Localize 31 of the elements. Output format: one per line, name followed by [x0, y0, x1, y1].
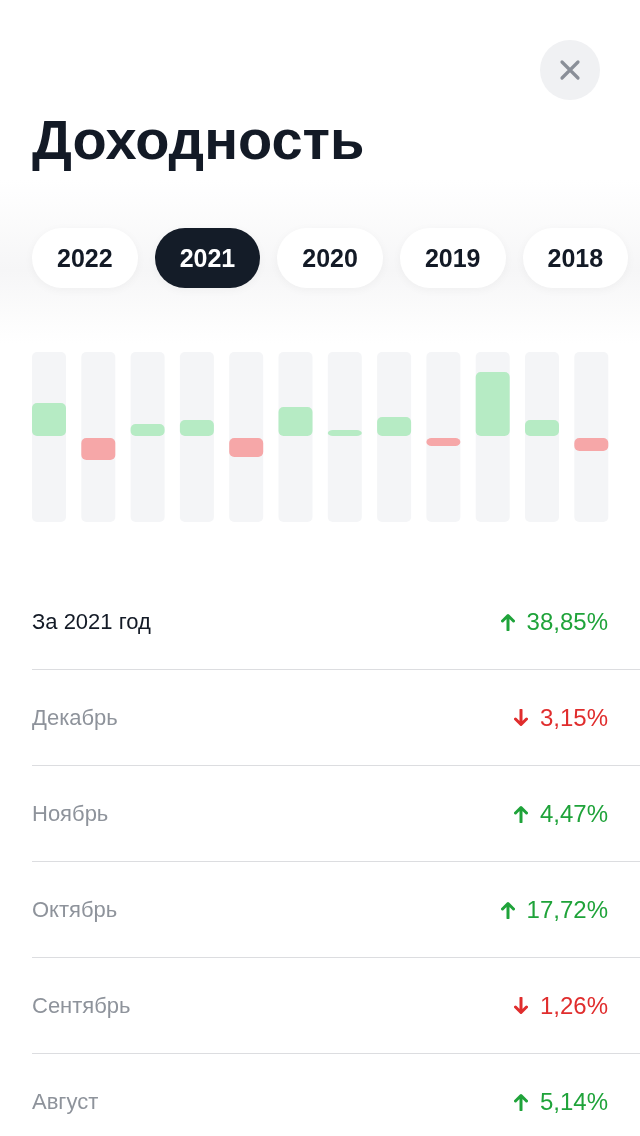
return-value: 5,14%	[539, 1087, 608, 1116]
return-value: 3,15%	[539, 703, 608, 732]
gain-bar	[475, 372, 510, 436]
page-title: Доходность	[31, 107, 366, 173]
gain-bar	[525, 420, 559, 436]
return-value: 17,72%	[526, 895, 608, 924]
return-value: 1,26%	[539, 991, 608, 1020]
year-tab[interactable]: 2021	[154, 228, 261, 288]
return-value: 38,85%	[526, 607, 608, 636]
loss-bar	[229, 438, 264, 457]
period-label: Октябрь	[32, 896, 118, 923]
period-label: Август	[32, 1088, 99, 1115]
gain-bar	[130, 424, 165, 436]
year-tab[interactable]: 2019	[399, 228, 506, 288]
gain-bar	[377, 417, 412, 436]
loss-bar	[574, 438, 609, 451]
loss-bar	[81, 438, 116, 460]
year-tab[interactable]: 2022	[32, 228, 138, 288]
period-label: За 2021 год	[32, 608, 151, 635]
gain-bar	[32, 403, 66, 436]
gain-bar	[179, 420, 214, 436]
return-value: 4,47%	[539, 799, 608, 828]
loss-bar	[426, 438, 461, 446]
period-label: Ноябрь	[32, 800, 109, 827]
year-tab[interactable]: 2020	[277, 228, 383, 288]
gain-bar	[327, 430, 362, 436]
period-label: Декабрь	[32, 704, 118, 731]
year-tab[interactable]: 2018	[522, 228, 629, 288]
gain-bar	[278, 407, 313, 436]
close-icon	[559, 59, 581, 81]
period-label: Сентябрь	[32, 992, 131, 1019]
